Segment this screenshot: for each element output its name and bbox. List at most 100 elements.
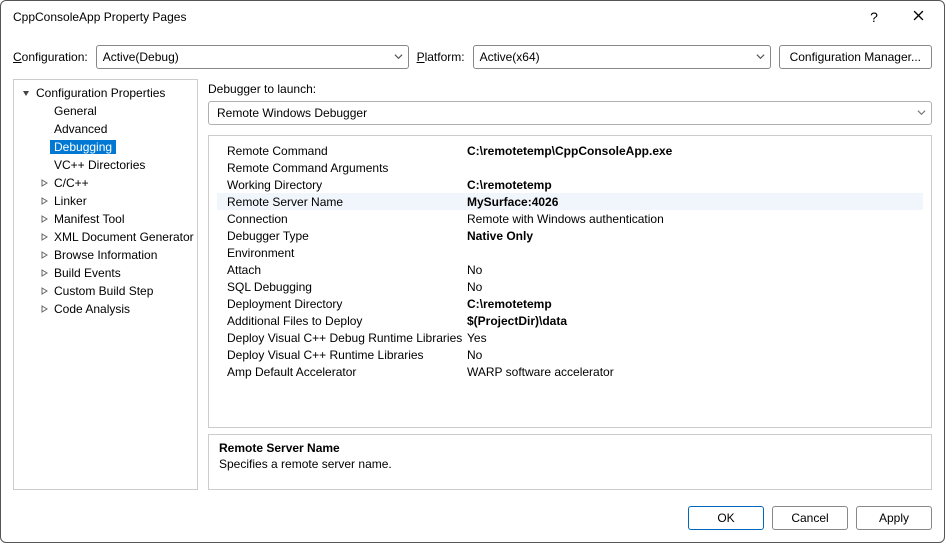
property-name: Remote Command [217,144,467,158]
help-icon: ? [870,9,878,25]
property-row[interactable]: Additional Files to Deploy$(ProjectDir)\… [217,312,923,329]
tree-item-label: XML Document Generator [50,230,198,244]
tree-item-label: C/C++ [50,176,93,190]
property-value: $(ProjectDir)\data [467,314,923,328]
platform-value: Active(x64) [480,50,540,64]
tree-root[interactable]: Configuration Properties [14,84,198,102]
description-panel: Remote Server Name Specifies a remote se… [208,434,932,490]
tree-item[interactable]: General [14,102,198,120]
tree-item[interactable]: Advanced [14,120,198,138]
tree-item-label: Code Analysis [50,302,134,316]
close-button[interactable] [896,2,940,32]
property-value: No [467,263,923,277]
ok-button[interactable]: OK [688,506,764,530]
property-name: Working Directory [217,178,467,192]
tree-root-label: Configuration Properties [32,86,169,100]
debugger-launch-value: Remote Windows Debugger [217,106,367,120]
apply-button[interactable]: Apply [856,506,932,530]
configuration-label: Configuration: [13,50,88,64]
expand-closed-icon [38,179,50,187]
property-row[interactable]: Debugger TypeNative Only [217,227,923,244]
tree-item-label: Debugging [50,140,116,154]
tree-item[interactable]: Debugging [14,138,198,156]
title-bar: CppConsoleApp Property Pages ? [1,1,944,33]
property-value: C:\remotetemp\CppConsoleApp.exe [467,144,923,158]
tree-item[interactable]: Build Events [14,264,198,282]
window-title: CppConsoleApp Property Pages [13,10,852,24]
property-row[interactable]: Amp Default AcceleratorWARP software acc… [217,363,923,380]
property-name: Deployment Directory [217,297,467,311]
property-value: Native Only [467,229,923,243]
platform-select[interactable]: Active(x64) [473,45,771,69]
expand-closed-icon [38,287,50,295]
tree-item[interactable]: Browse Information [14,246,198,264]
expand-closed-icon [38,251,50,259]
debugger-launch-select[interactable]: Remote Windows Debugger [208,101,932,125]
property-grid[interactable]: Remote CommandC:\remotetemp\CppConsoleAp… [208,135,932,428]
property-name: Remote Server Name [217,195,467,209]
platform-label: Platform: [417,50,465,64]
tree-item-label: Build Events [50,266,125,280]
property-name: Debugger Type [217,229,467,243]
debugger-launch-label: Debugger to launch: [208,79,932,99]
property-value: No [467,280,923,294]
property-name: Amp Default Accelerator [217,365,467,379]
property-row[interactable]: SQL DebuggingNo [217,278,923,295]
property-row[interactable]: Deploy Visual C++ Debug Runtime Librarie… [217,329,923,346]
tree-item[interactable]: Linker [14,192,198,210]
property-name: Attach [217,263,467,277]
tree-item-label: Linker [50,194,91,208]
property-name: Deploy Visual C++ Debug Runtime Librarie… [217,331,467,345]
property-row[interactable]: AttachNo [217,261,923,278]
tree-item-label: General [50,104,101,118]
tree-item[interactable]: C/C++ [14,174,198,192]
right-pane: Debugger to launch: Remote Windows Debug… [208,79,932,490]
config-tree[interactable]: Configuration Properties General Advanced… [13,79,198,490]
expand-closed-icon [38,233,50,241]
expand-open-icon [20,89,32,97]
expand-closed-icon [38,215,50,223]
property-value: WARP software accelerator [467,365,923,379]
main-area: Configuration Properties General Advanced… [1,79,944,498]
tree-item-label: Browse Information [50,248,161,262]
property-row[interactable]: Deployment DirectoryC:\remotetemp [217,295,923,312]
property-value: C:\remotetemp [467,178,923,192]
tree-item-label: Custom Build Step [50,284,157,298]
tree-item-label: VC++ Directories [50,158,149,172]
property-name: Deploy Visual C++ Runtime Libraries [217,348,467,362]
expand-closed-icon [38,305,50,313]
property-value: MySurface:4026 [467,195,923,209]
dialog-footer: OK Cancel Apply [1,498,944,542]
property-row[interactable]: ConnectionRemote with Windows authentica… [217,210,923,227]
cancel-button[interactable]: Cancel [772,506,848,530]
property-name: Additional Files to Deploy [217,314,467,328]
description-body: Specifies a remote server name. [219,457,921,471]
description-title: Remote Server Name [219,441,921,455]
help-button[interactable]: ? [852,2,896,32]
property-value: C:\remotetemp [467,297,923,311]
tree-item[interactable]: Custom Build Step [14,282,198,300]
property-name: Connection [217,212,467,226]
tree-item-label: Advanced [50,122,111,136]
tree-item-label: Manifest Tool [50,212,128,226]
tree-item[interactable]: VC++ Directories [14,156,198,174]
property-value: No [467,348,923,362]
property-name: Remote Command Arguments [217,161,467,175]
tree-item[interactable]: Code Analysis [14,300,198,318]
property-name: SQL Debugging [217,280,467,294]
property-row[interactable]: Working DirectoryC:\remotetemp [217,176,923,193]
expand-closed-icon [38,197,50,205]
property-row[interactable]: Remote CommandC:\remotetemp\CppConsoleAp… [217,142,923,159]
property-row[interactable]: Environment [217,244,923,261]
property-row[interactable]: Deploy Visual C++ Runtime LibrariesNo [217,346,923,363]
configuration-manager-button[interactable]: Configuration Manager... [779,45,932,69]
configuration-value: Active(Debug) [103,50,179,64]
property-value: Remote with Windows authentication [467,212,923,226]
tree-item[interactable]: Manifest Tool [14,210,198,228]
property-name: Environment [217,246,467,260]
tree-item[interactable]: XML Document Generator [14,228,198,246]
property-value: Yes [467,331,923,345]
property-row[interactable]: Remote Server NameMySurface:4026 [217,193,923,210]
property-row[interactable]: Remote Command Arguments [217,159,923,176]
configuration-select[interactable]: Active(Debug) [96,45,409,69]
